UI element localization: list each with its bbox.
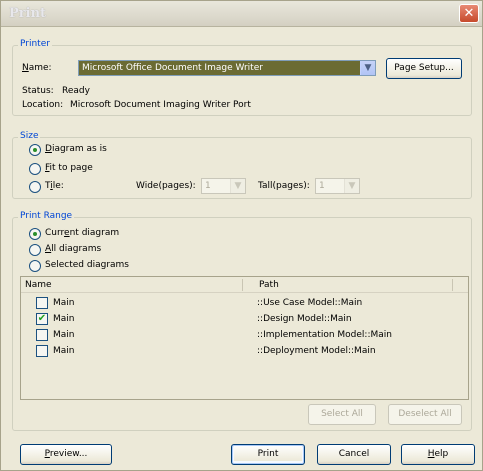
print-label: Print [257, 449, 279, 459]
table-row[interactable]: Main ::Implementation Model::Main [21, 328, 468, 344]
page-setup-label: Page Setup... [394, 63, 454, 73]
column-header-path[interactable]: Path [259, 280, 279, 290]
wide-pages-label: Wide(pages): [136, 181, 196, 191]
row-checkbox[interactable] [36, 345, 48, 357]
column-separator[interactable] [242, 279, 243, 291]
row-name: Main [53, 346, 75, 356]
row-path: ::Design Model::Main [257, 314, 352, 324]
location-label: Location: [22, 100, 64, 110]
list-header: Name Path [21, 277, 468, 293]
chevron-down-icon: ▼ [360, 61, 375, 75]
help-label: Help [427, 449, 449, 459]
table-row[interactable]: Main ::Deployment Model::Main [21, 344, 468, 360]
row-name: Main [53, 298, 75, 308]
printer-group: Printer Name: Microsoft Office Document … [12, 39, 472, 116]
cancel-label: Cancel [338, 449, 370, 459]
tile-label: Tile: [45, 181, 64, 191]
all-diagrams-label: All diagrams [45, 244, 102, 254]
size-group: Size Diagram as is Fit to page Tile: Wid… [12, 131, 472, 199]
help-button[interactable]: Help [401, 444, 475, 465]
row-name: Main [53, 314, 75, 324]
row-path: ::Deployment Model::Main [257, 346, 376, 356]
preview-button[interactable]: Preview... [20, 444, 112, 465]
fit-to-page-radio[interactable] [29, 163, 41, 175]
selected-diagrams-label: Selected diagrams [45, 260, 129, 270]
table-row[interactable]: Main ::Use Case Model::Main [21, 296, 468, 312]
window-title: Print [9, 6, 47, 21]
status-label: Status: [22, 86, 54, 96]
title-bar[interactable]: Print ✕ [1, 1, 482, 27]
select-all-button[interactable]: Select All [308, 404, 376, 425]
row-name: Main [53, 330, 75, 340]
row-checkbox[interactable] [36, 297, 48, 309]
printer-legend: Printer [18, 39, 52, 49]
row-checkbox[interactable] [36, 329, 48, 341]
deselect-all-label: Deselect All [398, 409, 452, 419]
printer-name-label: Name: [22, 63, 52, 73]
chevron-down-icon: ▼ [344, 179, 359, 193]
column-header-name[interactable]: Name [25, 280, 52, 290]
row-path: ::Implementation Model::Main [257, 330, 392, 340]
printer-name-value: Microsoft Office Document Image Writer [82, 63, 263, 73]
table-row[interactable]: ✔ Main ::Design Model::Main [21, 312, 468, 328]
all-diagrams-radio[interactable] [29, 244, 41, 256]
printer-name-dropdown[interactable]: Microsoft Office Document Image Writer ▼ [78, 60, 376, 76]
diagram-list[interactable]: Name Path Main ::Use Case Model::Main ✔ … [20, 276, 469, 400]
diagram-as-is-label: Diagram as is [45, 144, 107, 154]
tall-pages-dropdown[interactable]: 1 ▼ [315, 178, 360, 194]
close-icon: ✕ [463, 6, 475, 21]
status-value: Ready [62, 86, 90, 96]
current-diagram-radio[interactable] [29, 228, 41, 240]
tile-radio[interactable] [29, 181, 41, 193]
wide-pages-dropdown[interactable]: 1 ▼ [201, 178, 246, 194]
location-value: Microsoft Document Imaging Writer Port [70, 100, 251, 110]
checkmark-icon: ✔ [37, 313, 47, 324]
selected-diagrams-radio[interactable] [29, 260, 41, 272]
deselect-all-button[interactable]: Deselect All [388, 404, 462, 425]
select-all-label: Select All [321, 409, 363, 419]
column-separator[interactable] [452, 279, 453, 291]
current-diagram-label: Current diagram [45, 228, 120, 238]
wide-pages-value: 1 [205, 181, 211, 191]
preview-label: Preview... [44, 449, 88, 459]
chevron-down-icon: ▼ [230, 179, 245, 193]
row-path: ::Use Case Model::Main [257, 298, 363, 308]
diagram-as-is-radio[interactable] [29, 144, 41, 156]
close-button[interactable]: ✕ [459, 4, 479, 23]
size-legend: Size [18, 131, 41, 141]
print-button[interactable]: Print [231, 444, 305, 465]
tall-pages-label: Tall(pages): [258, 181, 310, 191]
fit-to-page-label: Fit to page [45, 163, 93, 173]
tall-pages-value: 1 [319, 181, 325, 191]
row-checkbox[interactable]: ✔ [36, 313, 48, 325]
print-dialog: Print ✕ Printer Name: Microsoft Office D… [0, 0, 483, 471]
cancel-button[interactable]: Cancel [317, 444, 391, 465]
page-setup-button[interactable]: Page Setup... [386, 58, 462, 79]
print-range-legend: Print Range [18, 211, 75, 221]
